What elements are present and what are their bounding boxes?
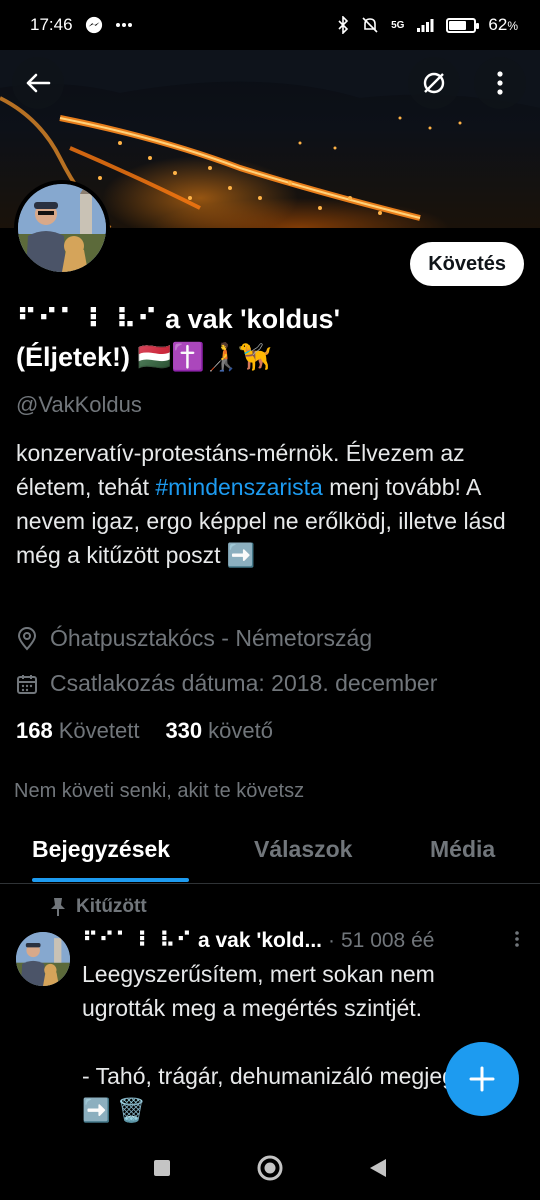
- post-separator: ·: [328, 928, 335, 952]
- follow-stats: 168 Követett 330 követő: [16, 718, 273, 744]
- compose-post-button[interactable]: [445, 1042, 519, 1116]
- post-body: Leegyszerűsítem, mert sokan nem ugrották…: [82, 961, 503, 1123]
- profile-location: Óhatpusztakócs - Németország: [16, 625, 372, 652]
- location-pin-icon: [17, 626, 37, 651]
- post-header: ⠋⠊⠁ ⠇ ⠧⠊ a vak 'kold... · 51 008 éé: [82, 928, 522, 953]
- follow-button[interactable]: Követés: [410, 242, 524, 286]
- followers-count: 330: [165, 718, 203, 743]
- pinned-indicator: Kitűzött: [50, 896, 147, 918]
- back-nav-button[interactable]: [368, 1157, 388, 1184]
- vertical-dots-icon: [515, 931, 519, 947]
- post-author-name[interactable]: ⠋⠊⠁ ⠇ ⠧⠊ a vak 'kold...: [82, 928, 322, 953]
- location-text: Óhatpusztakócs - Németország: [50, 625, 373, 651]
- pinned-label: Kitűzött: [76, 896, 147, 917]
- vertical-dots-icon: [497, 71, 503, 95]
- followers-link[interactable]: 330 követő: [165, 718, 273, 744]
- triangle-back-icon: [370, 1158, 386, 1177]
- signal-icon: [416, 18, 434, 32]
- more-options-button[interactable]: [474, 57, 526, 109]
- active-tab-indicator: [32, 878, 189, 882]
- mutual-followers-notice: Nem követi senki, akit te követsz: [14, 780, 305, 802]
- status-time: 17:46: [30, 15, 73, 34]
- plus-icon: [469, 1066, 495, 1092]
- more-notifications-icon: [115, 22, 133, 28]
- circle-slash-icon: [423, 72, 445, 94]
- tab-posts[interactable]: Bejegyzések: [32, 836, 170, 863]
- square-icon: [154, 1159, 170, 1176]
- system-navigation-bar: [0, 1140, 540, 1200]
- bluetooth-icon: [337, 16, 349, 34]
- tab-media[interactable]: Média: [430, 836, 495, 863]
- back-button[interactable]: [12, 57, 64, 109]
- grok-button[interactable]: [408, 57, 460, 109]
- profile-bio: konzervatív-protestáns-mérnök. Élvezem a…: [16, 436, 524, 572]
- post-more-button[interactable]: [514, 930, 520, 953]
- profile-handle: @VakKoldus: [16, 392, 142, 417]
- post-author-avatar[interactable]: [16, 932, 70, 986]
- display-name-line-1: ⠋⠊⠁ ⠇ ⠧⠊ a vak 'koldus': [16, 304, 340, 334]
- following-label: Követett: [58, 718, 140, 743]
- battery-percent: 62%: [488, 15, 518, 34]
- bio-hashtag-link[interactable]: #mindenszarista: [155, 474, 322, 500]
- network-type: 5G: [391, 19, 405, 31]
- avatar-photo: [16, 932, 70, 986]
- join-date-text: Csatlakozás dátuma: 2018. december: [50, 670, 438, 696]
- profile-tabs: Bejegyzések Válaszok Média: [0, 822, 540, 884]
- profile-join-date: Csatlakozás dátuma: 2018. december: [16, 670, 437, 697]
- pin-icon: [51, 898, 65, 916]
- mute-bell-icon: [361, 16, 379, 34]
- messenger-icon: [85, 16, 103, 34]
- status-bar: 17:46 5G 62%: [0, 0, 540, 50]
- followers-label: követő: [208, 718, 273, 743]
- battery-icon: [446, 17, 480, 33]
- tab-replies[interactable]: Válaszok: [254, 836, 352, 863]
- following-link[interactable]: 168 Követett: [16, 718, 139, 744]
- following-count: 168: [16, 718, 53, 743]
- home-button[interactable]: [256, 1154, 284, 1187]
- recent-apps-button[interactable]: [152, 1158, 172, 1183]
- avatar-photo: [18, 184, 106, 272]
- arrow-left-icon: [26, 73, 51, 93]
- profile-display-name: ⠋⠊⠁ ⠇ ⠧⠊ a vak 'koldus' (Éljetek!) 🇭🇺✝️🧑…: [16, 300, 516, 376]
- calendar-icon: [17, 674, 37, 694]
- home-circle-icon: [257, 1155, 283, 1180]
- post-meta: 51 008 éé: [341, 928, 435, 952]
- profile-avatar[interactable]: [14, 180, 110, 276]
- display-name-line-2: (Éljetek!) 🇭🇺✝️🧑‍🦯🦮: [16, 342, 272, 372]
